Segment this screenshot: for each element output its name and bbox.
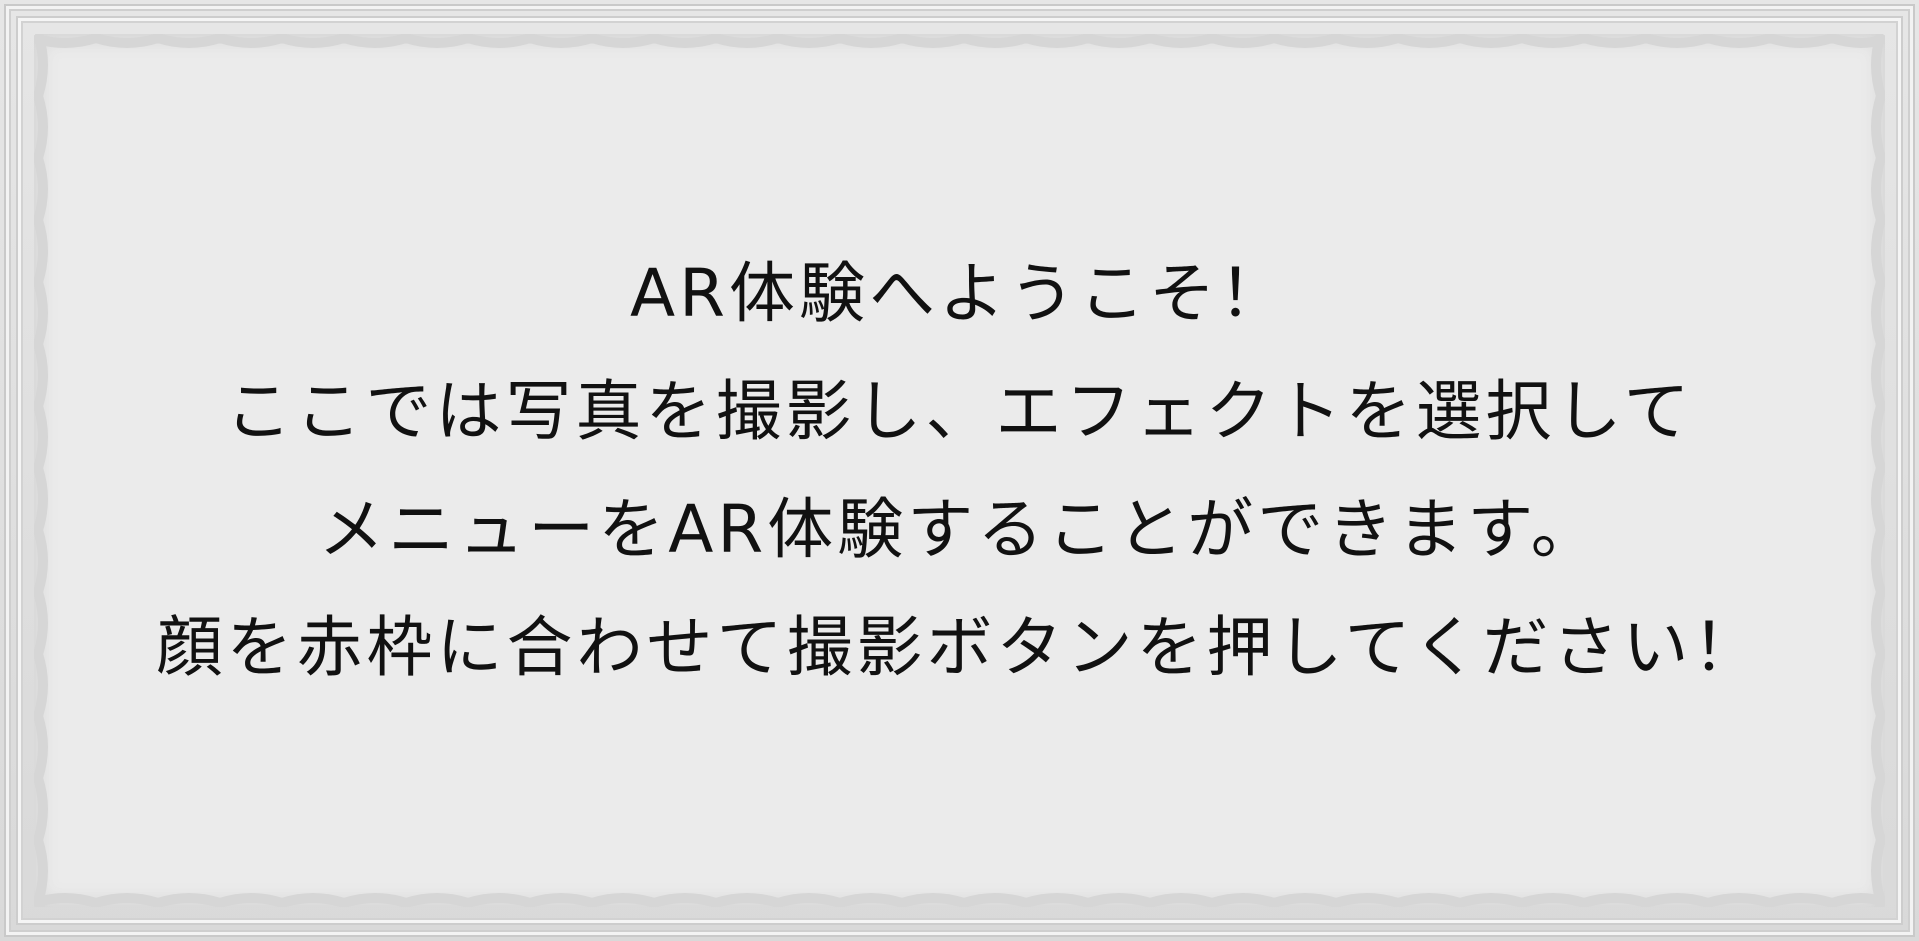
instruction-line-2: メニューをAR体験することができます。 bbox=[318, 490, 1601, 568]
welcome-title-line: AR体験へようこそ！ bbox=[629, 254, 1289, 332]
instruction-line-1: ここでは写真を撮影し、エフェクトを選択して bbox=[225, 372, 1694, 450]
welcome-dialog-frame: AR体験へようこそ！ ここでは写真を撮影し、エフェクトを選択して メニューをAR… bbox=[0, 0, 1919, 941]
instruction-line-3: 顔を赤枠に合わせて撮影ボタンを押してください！ bbox=[156, 608, 1763, 686]
welcome-message: AR体験へようこそ！ ここでは写真を撮影し、エフェクトを選択して メニューをAR… bbox=[34, 34, 1885, 907]
